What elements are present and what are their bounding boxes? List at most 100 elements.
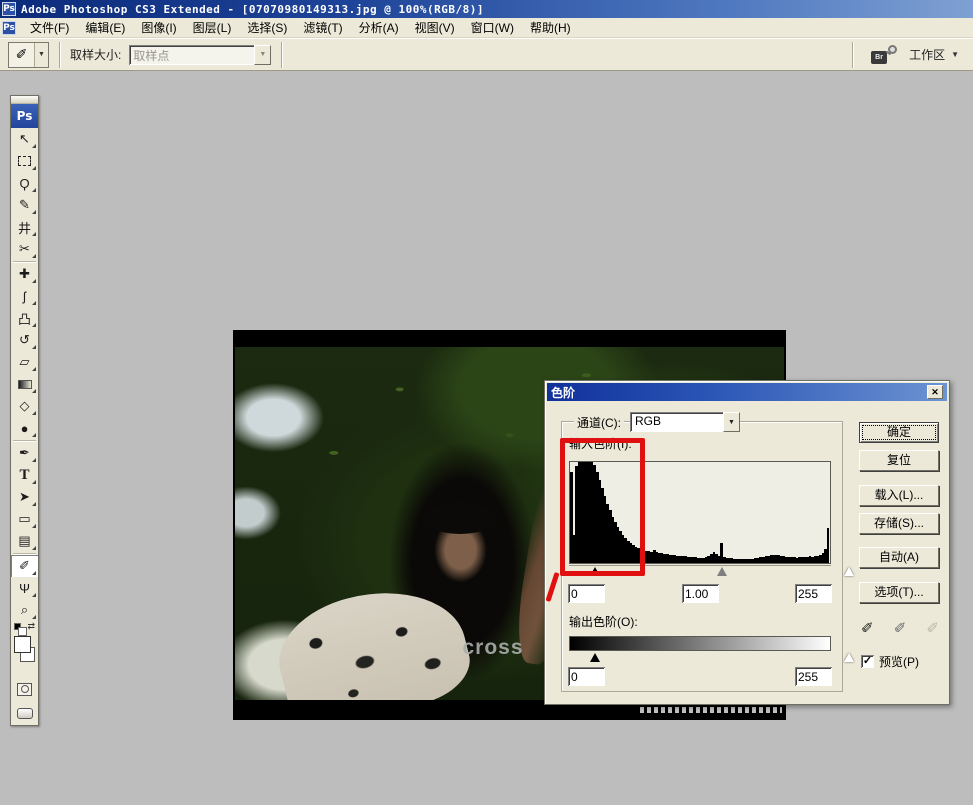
output-black-slider[interactable] [590, 653, 600, 662]
tool-blur[interactable]: ◇ [11, 395, 38, 417]
tool-eraser[interactable]: ▱ [11, 351, 38, 373]
eyedropper-buttons: ✐ ✐ ✐ [861, 619, 939, 637]
options-separator-3 [852, 42, 853, 68]
quick-selection-icon: ✎ [19, 197, 30, 213]
tool-dodge-burn[interactable]: ● [11, 417, 38, 439]
input-gamma-slider[interactable] [717, 567, 727, 576]
screen-mode-button[interactable] [11, 701, 38, 725]
load-button[interactable]: 载入(L)... [859, 485, 939, 506]
output-black-field[interactable] [568, 667, 605, 686]
input-white-slider[interactable] [844, 567, 854, 576]
tool-gradient[interactable] [11, 373, 38, 395]
preview-label: 预览(P) [879, 653, 919, 670]
sample-size-label: 取样大小: [70, 46, 121, 63]
tool-slice[interactable]: ✂ [11, 238, 38, 260]
tool-lasso[interactable]: Ϙ [11, 172, 38, 194]
foreground-color-swatch[interactable] [14, 636, 31, 653]
window-titlebar: Ps Adobe Photoshop CS3 Extended - [07070… [0, 0, 973, 18]
channel-dropdown-icon[interactable]: ▼ [723, 412, 740, 432]
save-button[interactable]: 存储(S)... [859, 513, 939, 534]
tool-notes[interactable]: ▤ [11, 530, 38, 552]
levels-dialog-titlebar[interactable]: 色阶 ✕ [547, 383, 947, 401]
tool-move[interactable]: ↖ [11, 128, 38, 150]
default-colors-icon[interactable] [14, 623, 21, 630]
menu-item[interactable]: 文件(F) [22, 17, 77, 38]
subject-bangs [424, 502, 495, 534]
toolbox-separator [13, 553, 36, 554]
tool-rectangle-shape[interactable]: ▭ [11, 508, 38, 530]
toolbox-grip[interactable] [11, 96, 38, 104]
tool-clone-stamp[interactable]: 凸 [11, 307, 38, 329]
tool-preset-picker[interactable]: ✐ ▼ [8, 42, 49, 68]
tool-pen[interactable]: ✒ [11, 442, 38, 464]
tool-quick-selection[interactable]: ✎ [11, 194, 38, 216]
reset-button[interactable]: 复位 [859, 450, 939, 471]
black-point-eyedropper-icon[interactable]: ✐ [861, 619, 874, 637]
options-bar: ✐ ▼ 取样大小: 取样点 ▼ Br 工作区 ▼ [0, 38, 973, 71]
swap-colors-icon[interactable]: ⇄ [27, 621, 35, 632]
tool-eyedropper[interactable]: ✐ [11, 555, 38, 577]
menu-item[interactable]: 图像(I) [133, 17, 184, 38]
output-levels-label: 输出色阶(O): [569, 613, 638, 630]
menu-item[interactable]: 视图(V) [407, 17, 463, 38]
eyedropper-icon: ✐ [19, 558, 30, 574]
ok-button[interactable]: 确定 [859, 422, 939, 443]
tool-zoom[interactable]: ⌕ [11, 599, 38, 621]
toolbox-separator [13, 261, 36, 262]
output-white-slider[interactable] [844, 653, 854, 662]
menu-item[interactable]: 编辑(E) [77, 17, 133, 38]
window-title: Adobe Photoshop CS3 Extended - [07070980… [21, 3, 484, 16]
tool-hand[interactable]: Ψ [11, 577, 38, 599]
tool-type[interactable]: T [11, 464, 38, 486]
histogram-bar [827, 528, 830, 563]
input-black-field[interactable] [568, 584, 605, 603]
tool-rectangular-marquee[interactable] [11, 150, 38, 172]
auto-button[interactable]: 自动(A) [859, 547, 939, 568]
move-icon: ↖ [19, 131, 30, 147]
menu-item[interactable]: 图层(L) [185, 17, 240, 38]
tool-history-brush[interactable]: ↺ [11, 329, 38, 351]
dodge-burn-icon: ● [21, 421, 29, 436]
toolbox-tools: ↖ Ϙ ✎ 井 ✂ ✚ʃ凸↺▱ ◇ ● ✒ T➤ ▭ ▤ ✐ Ψ⌕ [11, 128, 38, 621]
eyedropper-icon: ✐ [9, 43, 35, 67]
channel-row: 通道(C): RGB ▼ [574, 412, 740, 432]
go-to-bridge-button[interactable]: Br [871, 45, 901, 65]
crop-icon: 井 [18, 218, 31, 237]
photo-watermark-text: cross [462, 636, 523, 660]
tool-path-selection[interactable]: ➤ [11, 486, 38, 508]
menu-bar: Ps 文件(F)编辑(E)图像(I)图层(L)选择(S)滤镜(T)分析(A)视图… [0, 18, 973, 38]
output-white-field[interactable] [795, 667, 832, 686]
clone-stamp-icon: 凸 [18, 309, 31, 328]
quick-mask-button[interactable] [11, 677, 38, 701]
menu-item[interactable]: 滤镜(T) [295, 17, 350, 38]
document-icon: Ps [2, 21, 16, 35]
gray-point-eyedropper-icon[interactable]: ✐ [894, 619, 907, 637]
menu-item[interactable]: 帮助(H) [522, 17, 579, 38]
output-slider-track [569, 652, 831, 665]
tool-crop[interactable]: 井 [11, 216, 38, 238]
white-point-eyedropper-icon[interactable]: ✐ [926, 619, 939, 637]
preview-checkbox[interactable]: ✓ [861, 655, 874, 668]
input-white-field[interactable] [795, 584, 832, 603]
menu-item[interactable]: 分析(A) [351, 17, 407, 38]
workspace-arrow-icon: ▼ [951, 50, 959, 59]
tool-healing-brush[interactable]: ✚ [11, 263, 38, 285]
pen-icon: ✒ [19, 445, 30, 461]
rectangle-shape-icon: ▭ [18, 511, 30, 527]
input-gamma-field[interactable] [682, 584, 719, 603]
channel-select[interactable]: RGB ▼ [630, 412, 740, 432]
sample-size-dropdown-icon[interactable]: ▼ [254, 45, 271, 65]
sample-size-select[interactable]: 取样点 ▼ [129, 45, 271, 65]
close-icon[interactable]: ✕ [927, 385, 943, 399]
options-separator [59, 42, 60, 68]
rectangular-marquee-icon [18, 156, 31, 166]
workspace-button[interactable]: 工作区 ▼ [909, 46, 959, 63]
chevron-down-icon[interactable]: ▼ [35, 43, 48, 67]
menu-item[interactable]: 窗口(W) [463, 17, 522, 38]
slice-icon: ✂ [19, 241, 30, 257]
output-gradient-bar [569, 636, 831, 651]
lasso-icon: Ϙ [19, 176, 29, 191]
options-button[interactable]: 选项(T)... [859, 582, 939, 603]
tool-brush[interactable]: ʃ [11, 285, 38, 307]
menu-item[interactable]: 选择(S) [239, 17, 295, 38]
